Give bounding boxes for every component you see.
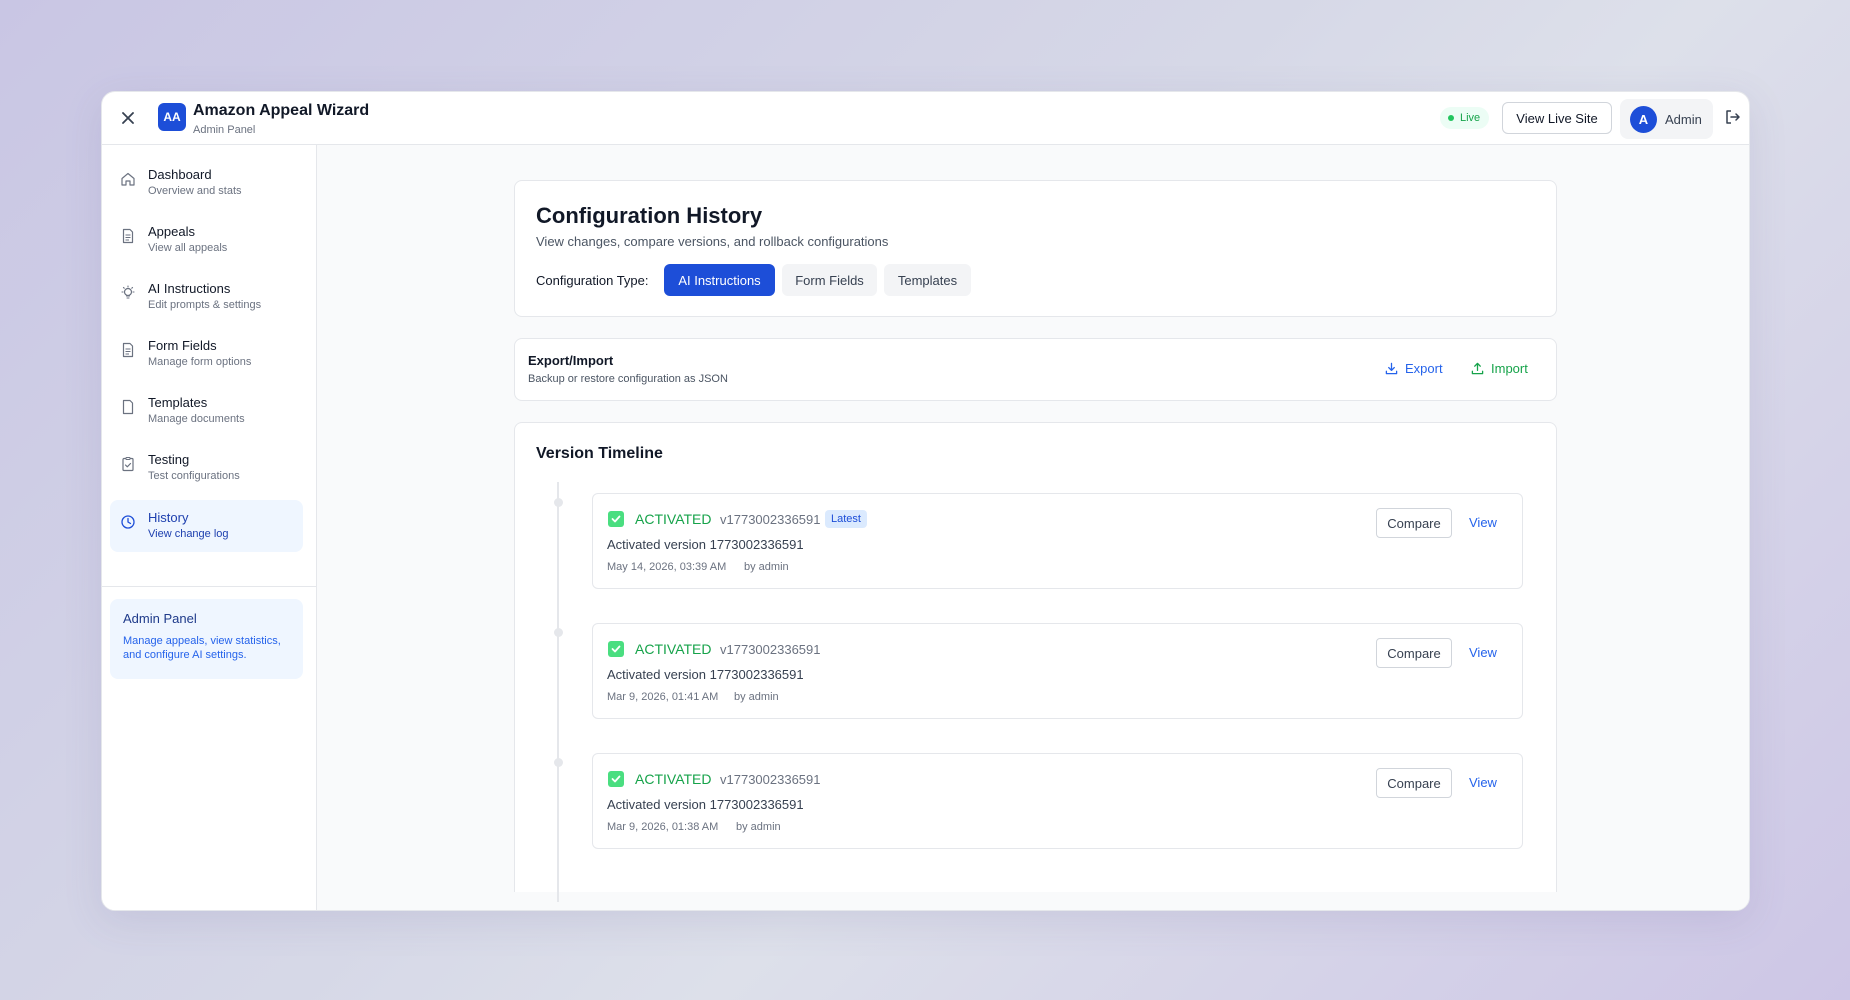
tab-form-fields[interactable]: Form Fields <box>782 264 877 296</box>
config-type-label: Configuration Type: <box>536 273 649 288</box>
version-description: Activated version 1773002336591 <box>607 667 804 682</box>
info-text: Manage appeals, view statistics, and con… <box>123 635 281 661</box>
view-link[interactable]: View <box>1469 515 1497 530</box>
check-icon <box>608 511 624 527</box>
live-label: Live <box>1460 112 1481 124</box>
sidebar-item-label: Form Fields <box>148 338 217 353</box>
latest-badge: Latest <box>825 510 867 528</box>
version-id: v1773002336591 <box>720 642 821 657</box>
version-entry: ACTIVATED v1773002336591 Activated versi… <box>592 623 1523 719</box>
version-description: Activated version 1773002336591 <box>607 537 804 552</box>
sidebar-item-dashboard[interactable]: Dashboard Overview and stats <box>110 157 303 209</box>
clock-icon <box>121 515 135 529</box>
info-title: Admin Panel <box>123 611 197 626</box>
sidebar-item-testing[interactable]: Testing Test configurations <box>110 442 303 494</box>
timeline-line <box>557 482 559 902</box>
user-menu[interactable]: A Admin <box>1620 99 1713 139</box>
version-status: ACTIVATED <box>635 771 712 787</box>
tab-templates[interactable]: Templates <box>884 264 971 296</box>
sidebar-item-sublabel: Manage form options <box>148 356 252 368</box>
version-description: Activated version 1773002336591 <box>607 797 804 812</box>
version-id: v1773002336591 <box>720 512 821 527</box>
timeline-title: Version Timeline <box>536 445 663 462</box>
configuration-card: Configuration History View changes, comp… <box>514 180 1557 317</box>
user-name: Admin <box>1665 111 1702 127</box>
sidebar-divider <box>102 586 316 587</box>
version-entry: ACTIVATED v1773002336591 Latest Activate… <box>592 493 1523 589</box>
sidebar-item-sublabel: Manage documents <box>148 413 245 425</box>
timeline-dot <box>554 628 563 637</box>
clipboard-check-icon <box>122 457 134 472</box>
sidebar-item-sublabel: Test configurations <box>148 470 240 482</box>
version-id: v1773002336591 <box>720 772 821 787</box>
upload-icon <box>1471 362 1484 375</box>
download-icon <box>1385 362 1398 375</box>
sidebar-item-sublabel: View change log <box>148 528 229 540</box>
sidebar-item-sublabel: View all appeals <box>148 242 228 254</box>
live-status-badge: Live <box>1440 107 1490 129</box>
import-label: Import <box>1491 361 1528 376</box>
sidebar-item-label: Testing <box>148 452 190 467</box>
version-status: ACTIVATED <box>635 641 712 657</box>
check-icon <box>608 771 624 787</box>
sidebar-item-label: AI Instructions <box>148 281 231 296</box>
export-import-title: Export/Import <box>528 353 614 368</box>
logout-icon[interactable] <box>1722 106 1744 128</box>
sidebar-item-label: Appeals <box>148 224 195 239</box>
app-title: Amazon Appeal Wizard <box>193 102 370 119</box>
page-description: View changes, compare versions, and roll… <box>536 234 889 249</box>
export-import-card: Export/Import Backup or restore configur… <box>514 338 1557 401</box>
document-icon <box>122 228 134 244</box>
version-status: ACTIVATED <box>635 511 712 527</box>
app-window: AA Amazon Appeal Wizard Admin Panel Live… <box>101 91 1750 911</box>
export-button[interactable]: Export <box>1385 361 1443 376</box>
file-icon <box>122 399 134 415</box>
export-label: Export <box>1405 361 1443 376</box>
sidebar: Dashboard Overview and stats Appeals Vie… <box>102 145 317 910</box>
version-author: by admin <box>736 821 781 833</box>
version-author: by admin <box>744 561 789 573</box>
sidebar-item-templates[interactable]: Templates Manage documents <box>110 385 303 437</box>
import-button[interactable]: Import <box>1471 361 1528 376</box>
sidebar-item-label: History <box>148 510 189 525</box>
live-dot-icon <box>1448 115 1454 121</box>
timeline-dot <box>554 758 563 767</box>
sidebar-item-ai-instructions[interactable]: AI Instructions Edit prompts & settings <box>110 271 303 323</box>
app-subtitle: Admin Panel <box>193 124 256 136</box>
sidebar-item-form-fields[interactable]: Form Fields Manage form options <box>110 328 303 380</box>
version-author: by admin <box>734 691 779 703</box>
document-icon <box>122 342 134 358</box>
sidebar-item-sublabel: Edit prompts & settings <box>148 299 262 311</box>
app-logo: AA <box>158 103 186 131</box>
sidebar-item-sublabel: Overview and stats <box>148 185 242 197</box>
compare-button[interactable]: Compare <box>1376 768 1452 798</box>
view-link[interactable]: View <box>1469 775 1497 790</box>
avatar: A <box>1630 105 1657 133</box>
version-timeline-card: Version Timeline ACTIVATED v177300233659… <box>514 422 1557 902</box>
sidebar-item-history[interactable]: History View change log <box>110 500 303 552</box>
view-link[interactable]: View <box>1469 645 1497 660</box>
home-icon <box>121 172 135 186</box>
page-title: Configuration History <box>536 203 763 228</box>
timeline-dot <box>554 498 563 507</box>
main-content: Configuration History View changes, comp… <box>317 145 1749 910</box>
sidebar-item-label: Templates <box>148 395 208 410</box>
admin-panel-info: Admin Panel Manage appeals, view statist… <box>110 599 303 679</box>
version-entry: ACTIVATED v1773002336591 Activated versi… <box>592 753 1523 849</box>
tab-ai-instructions[interactable]: AI Instructions <box>664 264 775 296</box>
compare-button[interactable]: Compare <box>1376 638 1452 668</box>
compare-button[interactable]: Compare <box>1376 508 1452 538</box>
check-icon <box>608 641 624 657</box>
version-date: Mar 9, 2026, 01:41 AM <box>607 691 719 703</box>
version-date: May 14, 2026, 03:39 AM <box>607 561 727 573</box>
export-import-description: Backup or restore configuration as JSON <box>528 373 728 385</box>
close-icon[interactable] <box>115 105 141 131</box>
sidebar-item-appeals[interactable]: Appeals View all appeals <box>110 214 303 266</box>
top-bar: AA Amazon Appeal Wizard Admin Panel Live… <box>102 92 1749 145</box>
lightbulb-icon <box>121 285 135 299</box>
sidebar-item-label: Dashboard <box>148 167 212 182</box>
view-live-site-button[interactable]: View Live Site <box>1502 102 1612 134</box>
version-date: Mar 9, 2026, 01:38 AM <box>607 821 719 833</box>
